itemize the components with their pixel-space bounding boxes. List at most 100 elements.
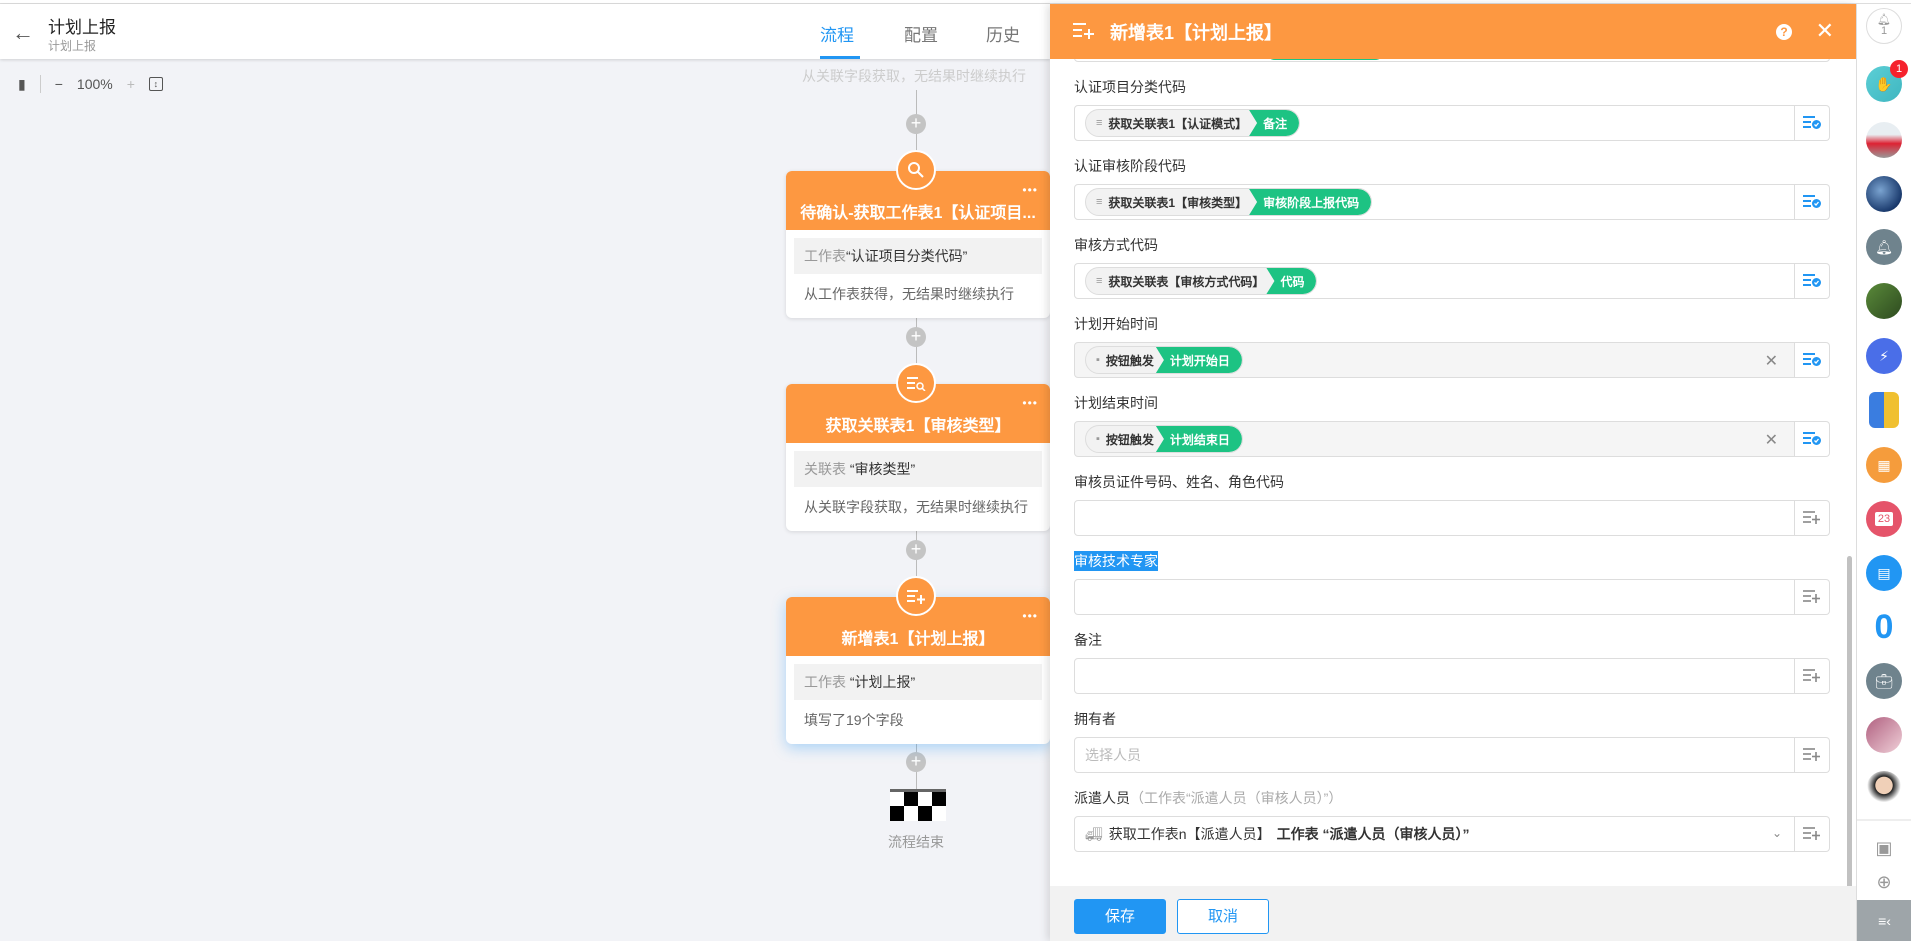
tab-history[interactable]: 历史 (986, 21, 1020, 46)
clear-icon[interactable]: ✕ (1765, 430, 1778, 450)
field-input[interactable] (1074, 59, 1830, 62)
list-search-icon: ≡ (1096, 275, 1103, 287)
chat-avatar[interactable] (1866, 176, 1902, 212)
form-field: 计划结束时间 ▪ 按钮触发 计划结束日 ✕ (1074, 393, 1830, 472)
insert-field-button[interactable] (1795, 737, 1830, 773)
lightning-icon[interactable]: ⚡︎ (1866, 338, 1902, 374)
list-add-icon (1803, 826, 1821, 843)
bell-icon[interactable]: 🔔︎ (1866, 229, 1902, 265)
more-icon[interactable]: ••• (1022, 183, 1038, 197)
fit-screen-icon[interactable]: ↕ (148, 77, 163, 91)
zero-app-icon[interactable]: 0 (1866, 608, 1902, 646)
bound-field-button[interactable] (1795, 421, 1830, 457)
more-icon[interactable]: ••• (1022, 609, 1038, 623)
add-node-button[interactable]: + (906, 752, 926, 772)
clear-icon[interactable]: ✕ (1765, 351, 1778, 371)
add-chat-icon[interactable]: ⊕ (1866, 864, 1902, 900)
calendar-icon[interactable]: 23 (1866, 501, 1902, 537)
field-input[interactable]: ▪ 按钮触发 计划开始日 ✕ (1074, 342, 1795, 378)
save-button[interactable]: 保存 (1074, 899, 1166, 934)
more-icon[interactable]: ••• (1022, 396, 1038, 410)
chat-avatar[interactable] (1866, 283, 1902, 319)
field-input[interactable]: ≡ 获取关联表1【审核类型】 审核阶段上报代码 (1074, 184, 1795, 220)
cancel-button[interactable]: 取消 (1177, 899, 1269, 934)
field-input[interactable]: ≡ 获取关联表【审核方式代码】 代码 (1074, 263, 1795, 299)
divider (1857, 819, 1911, 821)
flow-node-selected[interactable]: ••• 新增表1【计划上报】 工作表 “计划上报” 填写了19个字段 (786, 597, 1050, 744)
button-trigger-icon: ▪ (1096, 433, 1100, 445)
help-icon[interactable]: ? (1776, 24, 1792, 40)
node-target-type: 工作表 (804, 674, 850, 690)
field-input[interactable]: ≡ 获取关联表1【认证模式】 备注 (1074, 105, 1795, 141)
field-input[interactable] (1074, 500, 1795, 536)
bound-value-tag[interactable]: ≡ 获取关联表1【审核类型】 审核阶段上报代码 (1085, 188, 1373, 216)
message-icon[interactable]: ▤ (1866, 555, 1902, 591)
right-sidebar: 🔔︎ 1 ✋ 1 🔔︎ ⚡︎ ▦ 23 ▤ 0 💼︎ ▣ ⊕ ≡‹ (1856, 4, 1911, 941)
field-input[interactable]: 选择人员 (1074, 737, 1795, 773)
tab-flow[interactable]: 流程 (820, 21, 854, 46)
bound-value-tag[interactable]: ≡ 获取关联表1【认证模式】 备注 (1085, 109, 1301, 137)
tag-field: 审核阶段上报代码 (1249, 189, 1372, 215)
notification-bell-button[interactable]: 🔔︎ 1 (1866, 8, 1902, 44)
node-target: 工作表 “计划上报” (794, 664, 1042, 700)
flow-node[interactable]: ••• 待确认-获取工作表1【认证项目... 工作表“认证项目分类代码” 从工作… (786, 171, 1050, 318)
truck-icon: 🚚︎ (1085, 825, 1103, 842)
insert-field-button[interactable] (1795, 500, 1830, 536)
scrollbar[interactable] (1847, 556, 1852, 886)
bound-value-tag[interactable]: ▪ 按钮触发 计划开始日 (1085, 346, 1243, 374)
field-hint: （工作表“派遣人员（审核人员）”） (1130, 790, 1343, 806)
collapse-sidebar-icon[interactable]: ≡‹ (1857, 900, 1911, 941)
close-icon[interactable]: ✕ (1816, 18, 1834, 44)
insert-field-button[interactable] (1795, 816, 1830, 852)
form-field: 审核技术专家 (1074, 551, 1830, 630)
map-icon[interactable]: ▮ (18, 76, 26, 93)
field-input[interactable] (1074, 658, 1795, 694)
tag-source: 获取关联表1【审核类型】 (1108, 195, 1248, 210)
chat-avatar[interactable] (1866, 122, 1902, 158)
field-label: 审核方式代码 (1074, 237, 1158, 253)
insert-field-button[interactable] (1795, 658, 1830, 694)
page-subtitle: 计划上报 (48, 39, 97, 53)
tag-field: 备注 (1249, 110, 1300, 136)
back-arrow-icon[interactable]: ← (12, 20, 34, 46)
chat-avatar[interactable]: ✋ 1 (1866, 60, 1908, 102)
field-label: 计划结束时间 (1074, 395, 1158, 411)
bound-value-tag[interactable]: ≡ 获取关联表【审核方式代码】 代码 (1085, 267, 1318, 295)
zoom-in-button[interactable]: + (127, 76, 135, 92)
bound-field-button[interactable] (1795, 342, 1830, 378)
field-label: 审核技术专家 (1074, 551, 1158, 571)
list-search-icon: ≡ (1096, 117, 1103, 129)
list-add-icon (1803, 510, 1821, 527)
bound-value-tag[interactable]: ▪ 按钮触发 计划结束日 (1085, 425, 1243, 453)
field-input[interactable]: 🚚︎ 获取工作表n【派遣人员】 工作表 “派遣人员（审核人员）” ⌄ (1074, 816, 1795, 852)
app-mascot-icon[interactable] (1869, 392, 1899, 428)
user-avatar[interactable] (1866, 771, 1902, 807)
chat-avatar[interactable] (1866, 717, 1902, 753)
page-title: 计划上报 (48, 18, 116, 37)
bound-field-button[interactable] (1795, 184, 1830, 220)
field-input[interactable]: ▪ 按钮触发 计划结束日 ✕ (1074, 421, 1795, 457)
apps-grid-icon[interactable]: ▦ (1866, 447, 1902, 483)
list-add-icon (1072, 21, 1094, 42)
add-node-button[interactable]: + (906, 327, 926, 347)
zoom-out-button[interactable]: − (55, 76, 63, 92)
add-node-button[interactable]: + (906, 540, 926, 560)
chevron-down-icon[interactable]: ⌄ (1772, 826, 1782, 840)
list-search-icon (896, 363, 936, 403)
briefcase-icon[interactable]: 💼︎ (1866, 663, 1902, 699)
insert-field-button[interactable] (1795, 579, 1830, 615)
bound-field-button[interactable] (1795, 263, 1830, 299)
faded-node-text: 从关联字段获取，无结果时继续执行 (802, 68, 1026, 84)
contacts-icon[interactable]: ▣ (1866, 830, 1902, 866)
panel-title: 新增表1【计划上报】 (1110, 22, 1283, 43)
tab-config[interactable]: 配置 (904, 21, 938, 46)
button-trigger-icon: ▪ (1096, 354, 1100, 366)
search-icon (896, 150, 936, 190)
bound-field-button[interactable] (1795, 105, 1830, 141)
node-target-type: 关联表 (804, 461, 850, 477)
flow-node[interactable]: ••• 获取关联表1【审核类型】 关联表 “审核类型” 从关联字段获取，无结果时… (786, 384, 1050, 531)
list-add-icon (896, 576, 936, 616)
field-label: 拥有者 (1074, 711, 1116, 727)
add-node-button[interactable]: + (906, 114, 926, 134)
field-input[interactable] (1074, 579, 1795, 615)
